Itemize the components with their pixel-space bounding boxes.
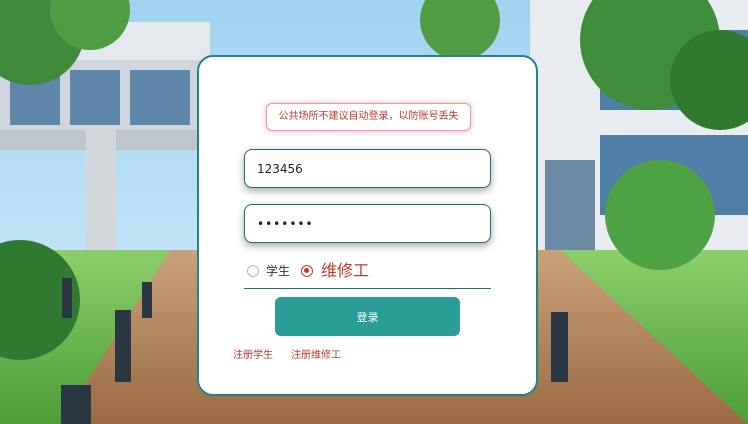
login-button[interactable]: 登录	[275, 297, 460, 336]
student-role-label[interactable]: 学生	[266, 262, 290, 279]
login-card: 公共场所不建议自动登录，以防账号丢失 学生 维修工 登录 注册学生 注册维修工	[197, 55, 538, 396]
password-input[interactable]	[244, 204, 491, 243]
radio-selected-dot	[304, 268, 309, 273]
student-radio[interactable]	[247, 265, 259, 277]
username-input[interactable]	[244, 149, 491, 188]
worker-role-label[interactable]: 维修工	[321, 257, 369, 281]
worker-radio[interactable]	[301, 265, 313, 277]
register-student-link[interactable]: 注册学生	[233, 346, 273, 361]
auto-login-warning: 公共场所不建议自动登录，以防账号丢失	[266, 103, 471, 131]
role-selector: 学生 维修工	[244, 257, 491, 289]
register-worker-link[interactable]: 注册维修工	[291, 346, 341, 361]
